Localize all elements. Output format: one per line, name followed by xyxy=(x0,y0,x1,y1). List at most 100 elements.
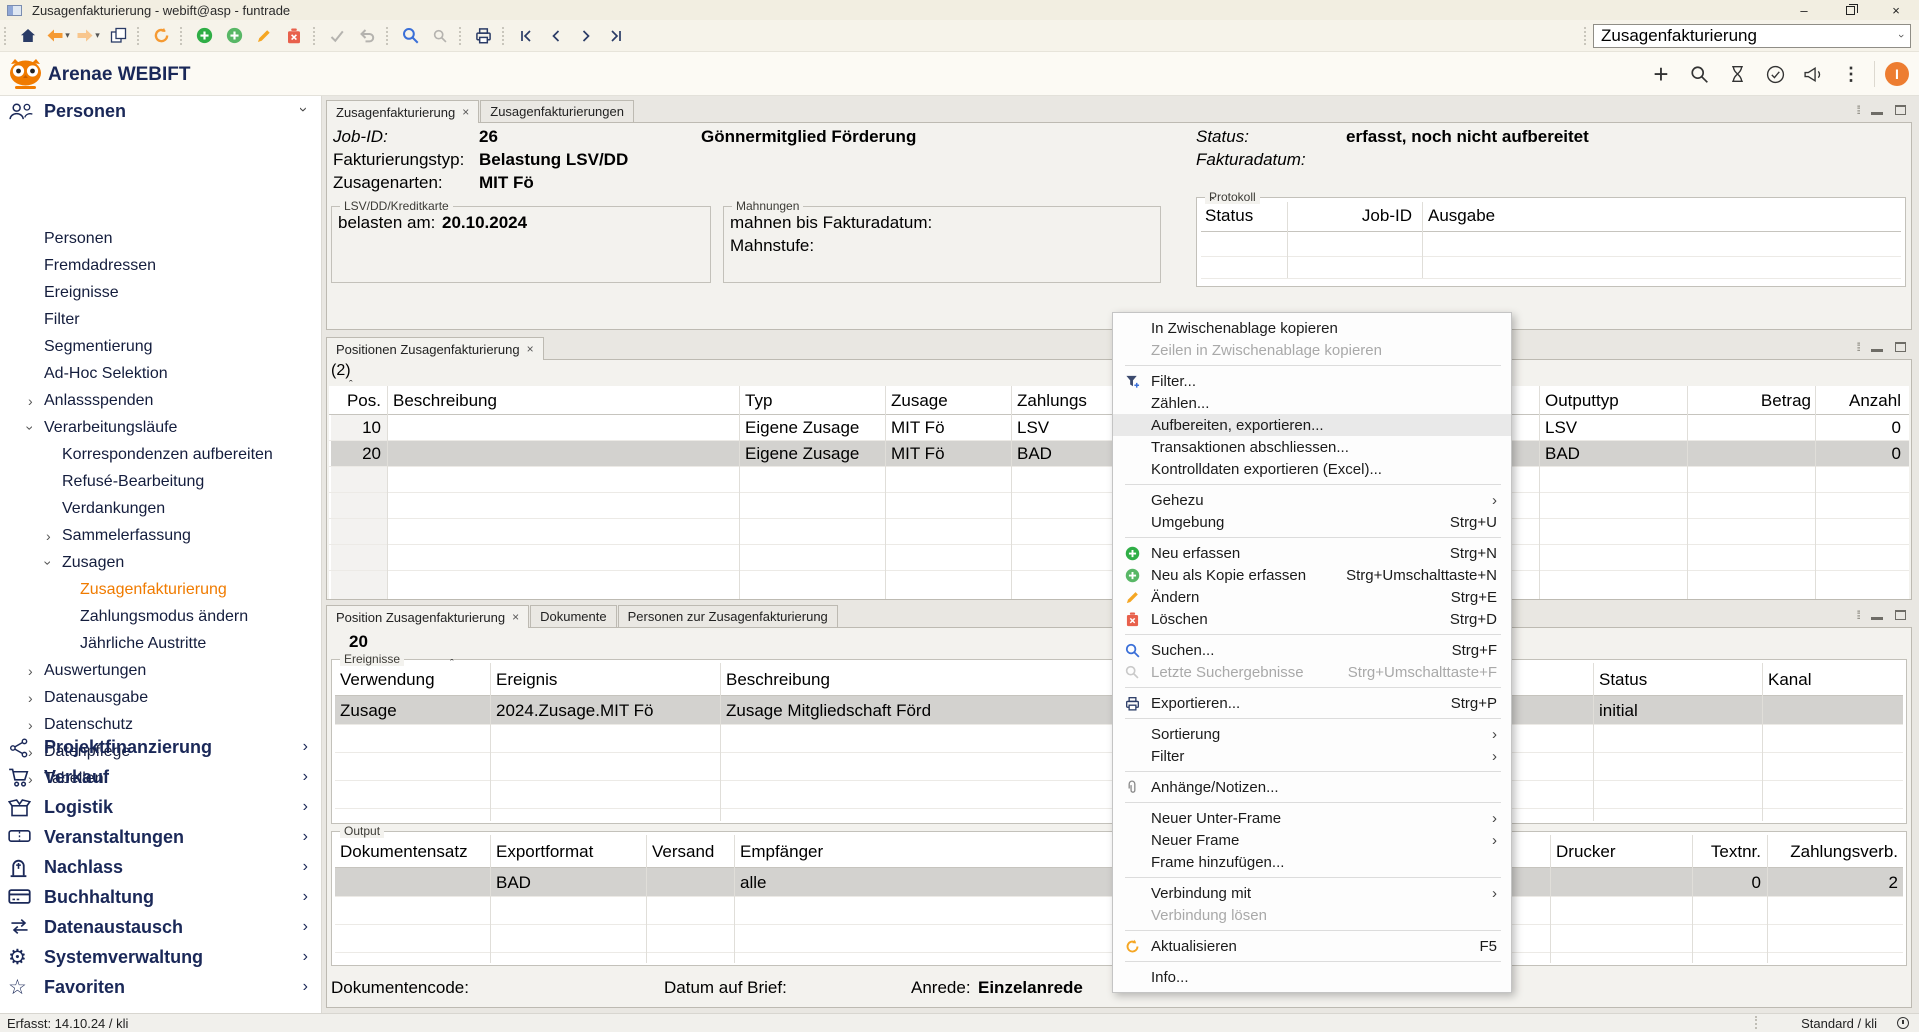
col-typ[interactable]: Typ xyxy=(745,391,880,411)
sidebar-module-systemverwaltung[interactable]: ⚙ Systemverwaltung › xyxy=(0,943,322,973)
col-dokumentensatz[interactable]: Dokumentensatz xyxy=(340,842,485,862)
clock-icon[interactable] xyxy=(1897,1017,1909,1029)
edit-button[interactable] xyxy=(251,23,277,49)
menu-item-aufbereiten-exportieren[interactable]: Aufbereiten, exportieren... xyxy=(1113,414,1511,436)
refresh-button[interactable] xyxy=(148,23,174,49)
col-beschreibung[interactable]: Beschreibung xyxy=(393,391,733,411)
pane-minimize-icon[interactable] xyxy=(1871,349,1883,352)
sidebar-module-nachlass[interactable]: Nachlass › xyxy=(0,853,322,883)
menu-item-filter-submenu[interactable]: Filter› xyxy=(1113,745,1511,767)
menu-item-exportieren[interactable]: Exportieren...Strg+P xyxy=(1113,692,1511,714)
next-record-button[interactable] xyxy=(573,23,599,49)
pane-minimize-icon[interactable] xyxy=(1871,617,1883,620)
sidebar-item-personen[interactable]: Personen xyxy=(0,226,322,253)
menu-item-info[interactable]: Info... xyxy=(1113,966,1511,988)
sidebar-module-favoriten[interactable]: ☆ Favoriten › xyxy=(0,973,322,1003)
last-record-button[interactable] xyxy=(603,23,629,49)
sidebar-item-anlassspenden[interactable]: ›Anlassspenden xyxy=(0,388,322,415)
menu-item-loeschen[interactable]: LöschenStrg+D xyxy=(1113,608,1511,630)
col-kanal[interactable]: Kanal xyxy=(1768,670,1893,690)
pane-maximize-icon[interactable] xyxy=(1895,610,1906,620)
tab-zusagenfakturierung[interactable]: Zusagenfakturierung× xyxy=(326,100,479,123)
tab-zusagenfakturierungen[interactable]: Zusagenfakturierungen xyxy=(480,100,634,122)
announcements-button[interactable] xyxy=(1794,55,1832,93)
more-menu-button[interactable]: ⋮ xyxy=(1832,55,1870,93)
sidebar-item-sammelerfassung[interactable]: ›Sammelerfassung xyxy=(0,523,322,550)
sidebar-item-datenausgabe[interactable]: ›Datenausgabe xyxy=(0,685,322,712)
tab-personen-zur-zusagenfakturierung[interactable]: Personen zur Zusagenfakturierung xyxy=(618,605,838,627)
protokoll-col-ausgabe[interactable]: Ausgabe xyxy=(1428,206,1628,226)
menu-item-transaktionen-abschliessen[interactable]: Transaktionen abschliessen... xyxy=(1113,436,1511,458)
col-exportformat[interactable]: Exportformat xyxy=(496,842,641,862)
close-icon[interactable]: × xyxy=(512,610,519,624)
menu-item-neu-als-kopie-erfassen[interactable]: Neu als Kopie erfassenStrg+Umschalttaste… xyxy=(1113,564,1511,586)
col-textnr[interactable]: Textnr. xyxy=(1698,842,1761,862)
col-verwendung[interactable]: Verwendung xyxy=(340,670,485,690)
sidebar-item-korrespondenzen-aufbereiten[interactable]: Korrespondenzen aufbereiten xyxy=(0,442,322,469)
tab-dokumente[interactable]: Dokumente xyxy=(530,605,616,627)
tab-position-zusagenfakturierung[interactable]: Position Zusagenfakturierung× xyxy=(326,605,529,628)
sidebar-item-jaehrliche-austritte[interactable]: Jährliche Austritte xyxy=(0,631,322,658)
menu-item-in-zwischenablage-kopieren[interactable]: In Zwischenablage kopieren xyxy=(1113,317,1511,339)
sidebar-item-zusagen[interactable]: ›Zusagen xyxy=(0,550,322,577)
back-button[interactable]: ▾ xyxy=(45,23,71,49)
menu-item-neu-erfassen[interactable]: Neu erfassenStrg+N xyxy=(1113,542,1511,564)
close-icon[interactable]: × xyxy=(527,342,534,356)
delete-button[interactable] xyxy=(281,23,307,49)
print-button[interactable] xyxy=(470,23,496,49)
menu-item-zaehlen[interactable]: Zählen... xyxy=(1113,392,1511,414)
sidebar-module-buchhaltung[interactable]: Buchhaltung › xyxy=(0,883,322,913)
menu-item-kontrolldaten-exportieren[interactable]: Kontrolldaten exportieren (Excel)... xyxy=(1113,458,1511,480)
protokoll-col-status[interactable]: Status xyxy=(1205,206,1285,226)
pane-minimize-icon[interactable] xyxy=(1871,112,1883,115)
history-button[interactable] xyxy=(1718,55,1756,93)
pane-grip-icon[interactable]: ⁞⁞ xyxy=(1856,340,1859,354)
col-zusage[interactable]: Zusage xyxy=(891,391,1006,411)
windows-button[interactable] xyxy=(105,23,131,49)
pane-grip-icon[interactable]: ⁞⁞ xyxy=(1856,608,1859,622)
context-select[interactable]: Zusagenfakturierung › xyxy=(1593,24,1911,48)
search-button[interactable] xyxy=(397,23,423,49)
undo-button[interactable] xyxy=(354,23,380,49)
menu-item-suchen[interactable]: Suchen...Strg+F xyxy=(1113,639,1511,661)
maximize-button[interactable] xyxy=(1827,0,1873,20)
sidebar-item-verarbeitungslaeufe[interactable]: ›Verarbeitungsläufe xyxy=(0,415,322,442)
sidebar-module-veranstaltungen[interactable]: Veranstaltungen › xyxy=(0,823,322,853)
col-zahlungsverb[interactable]: Zahlungsverb. xyxy=(1773,842,1898,862)
sidebar-item-segmentierung[interactable]: Segmentierung xyxy=(0,334,322,361)
sidebar-module-personen[interactable]: Personen › xyxy=(0,97,322,127)
minimize-button[interactable]: – xyxy=(1781,0,1827,20)
pane-maximize-icon[interactable] xyxy=(1895,342,1906,352)
sidebar-item-refuse-bearbeitung[interactable]: Refusé-Bearbeitung xyxy=(0,469,322,496)
forward-dropdown-caret[interactable]: ▾ xyxy=(95,30,100,41)
col-status[interactable]: Status xyxy=(1599,670,1759,690)
menu-item-umgebung[interactable]: UmgebungStrg+U xyxy=(1113,511,1511,533)
tasks-button[interactable] xyxy=(1756,55,1794,93)
close-button[interactable]: × xyxy=(1873,0,1919,20)
sidebar-module-datenaustausch[interactable]: Datenaustausch › xyxy=(0,913,322,943)
menu-item-neuer-frame[interactable]: Neuer Frame› xyxy=(1113,829,1511,851)
col-ereignis[interactable]: Ereignis xyxy=(496,670,716,690)
menu-item-sortierung[interactable]: Sortierung› xyxy=(1113,723,1511,745)
menu-item-neuer-unter-frame[interactable]: Neuer Unter-Frame› xyxy=(1113,807,1511,829)
col-anzahl[interactable]: Anzahl xyxy=(1821,391,1901,411)
sidebar-item-filter[interactable]: Filter xyxy=(0,307,322,334)
sidebar-module-verkauf[interactable]: Verkauf › xyxy=(0,763,322,793)
menu-item-aendern[interactable]: ÄndernStrg+E xyxy=(1113,586,1511,608)
col-betrag[interactable]: Betrag xyxy=(1693,391,1811,411)
col-pos[interactable]: Pos. xyxy=(331,391,381,411)
col-drucker[interactable]: Drucker xyxy=(1556,842,1686,862)
protokoll-col-jobid[interactable]: Job-ID xyxy=(1292,206,1412,226)
new-copy-button[interactable] xyxy=(221,23,247,49)
sidebar-module-logistik[interactable]: Logistik › xyxy=(0,793,322,823)
menu-item-filter[interactable]: Filter... xyxy=(1113,370,1511,392)
menu-item-verbindung-mit[interactable]: Verbindung mit› xyxy=(1113,882,1511,904)
forward-button[interactable]: ▾ xyxy=(75,23,101,49)
col-outputtyp[interactable]: Outputtyp xyxy=(1545,391,1690,411)
menu-item-frame-hinzufuegen[interactable]: Frame hinzufügen... xyxy=(1113,851,1511,873)
sidebar-item-fremdadressen[interactable]: Fremdadressen xyxy=(0,253,322,280)
global-search-button[interactable] xyxy=(1680,55,1718,93)
sidebar-module-projektfinanzierung[interactable]: Projektfinanzierung › xyxy=(0,733,322,763)
back-dropdown-caret[interactable]: ▾ xyxy=(65,30,70,41)
sidebar-item-ereignisse[interactable]: Ereignisse xyxy=(0,280,322,307)
